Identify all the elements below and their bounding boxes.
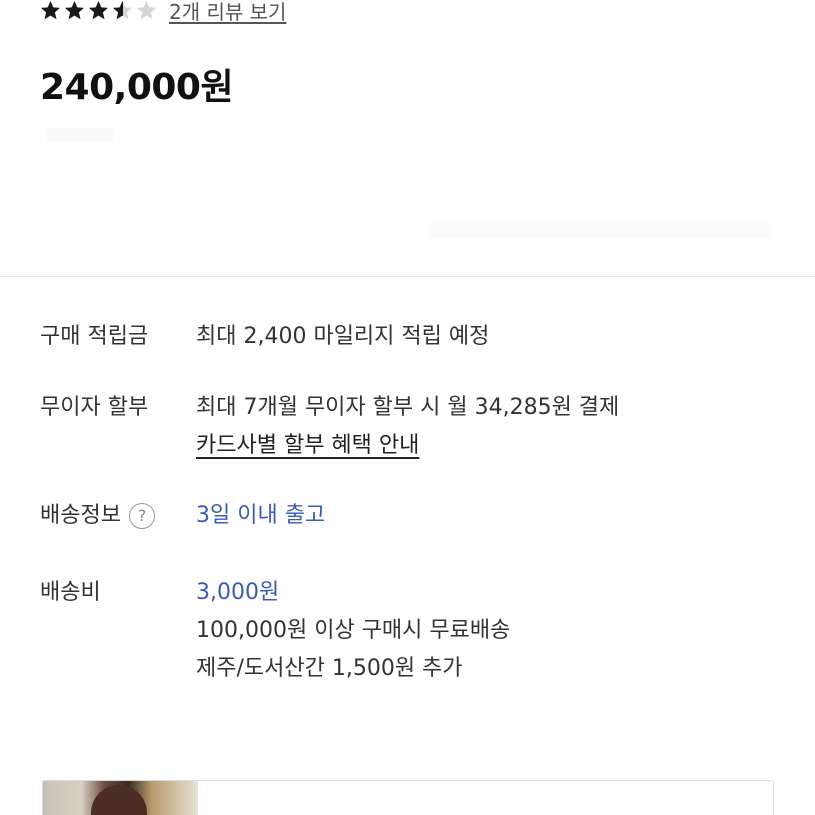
points-value: 최대 2,400 마일리지 적립 예정 (196, 324, 490, 349)
product-thumbnail (43, 781, 198, 815)
related-product-card[interactable] (42, 780, 774, 815)
free-shipping-condition: 100,000원 이상 구매시 무료배송 (196, 618, 511, 643)
points-row: 구매 적립금 최대 2,400 마일리지 적립 예정 (40, 318, 489, 356)
card-installment-benefits-link[interactable]: 카드사별 할부 혜택 안내 (196, 433, 419, 458)
shipping-fee-value: 3,000원 (196, 580, 280, 605)
installment-label: 무이자 할부 (40, 395, 149, 420)
star-icon (112, 0, 133, 21)
installment-row: 무이자 할부 최대 7개월 무이자 할부 시 월 34,285원 결제 카드사별… (40, 389, 619, 465)
star-icon (136, 0, 157, 21)
star-icon (64, 0, 85, 21)
shipping-fee-row: 배송비 3,000원 100,000원 이상 구매시 무료배송 제주/도서산간 … (40, 574, 510, 688)
shipping-info-row: 배송정보 ? 3일 이내 출고 (40, 497, 325, 535)
points-label: 구매 적립금 (40, 324, 149, 349)
shipping-fee-label: 배송비 (40, 580, 101, 605)
shipping-info-label-wrap: 배송정보 ? (40, 497, 196, 535)
star-icon (40, 0, 61, 21)
star-icon (88, 0, 109, 21)
faded-placeholder (430, 220, 770, 238)
remote-area-surcharge: 제주/도서산간 1,500원 추가 (196, 656, 463, 681)
shipping-info-value: 3일 이내 출고 (196, 503, 326, 528)
product-price: 240,000원 (40, 67, 234, 108)
thumbnail-figure (91, 785, 147, 815)
star-rating (40, 0, 157, 21)
shipping-info-label: 배송정보 (40, 503, 121, 528)
question-circle-icon[interactable]: ? (128, 503, 155, 529)
rating-row: 2개 리뷰 보기 (40, 0, 286, 26)
installment-value: 최대 7개월 무이자 할부 시 월 34,285원 결제 (196, 395, 620, 420)
section-divider (0, 276, 815, 277)
review-count-link[interactable]: 2개 리뷰 보기 (169, 0, 286, 25)
faded-placeholder (46, 128, 114, 142)
